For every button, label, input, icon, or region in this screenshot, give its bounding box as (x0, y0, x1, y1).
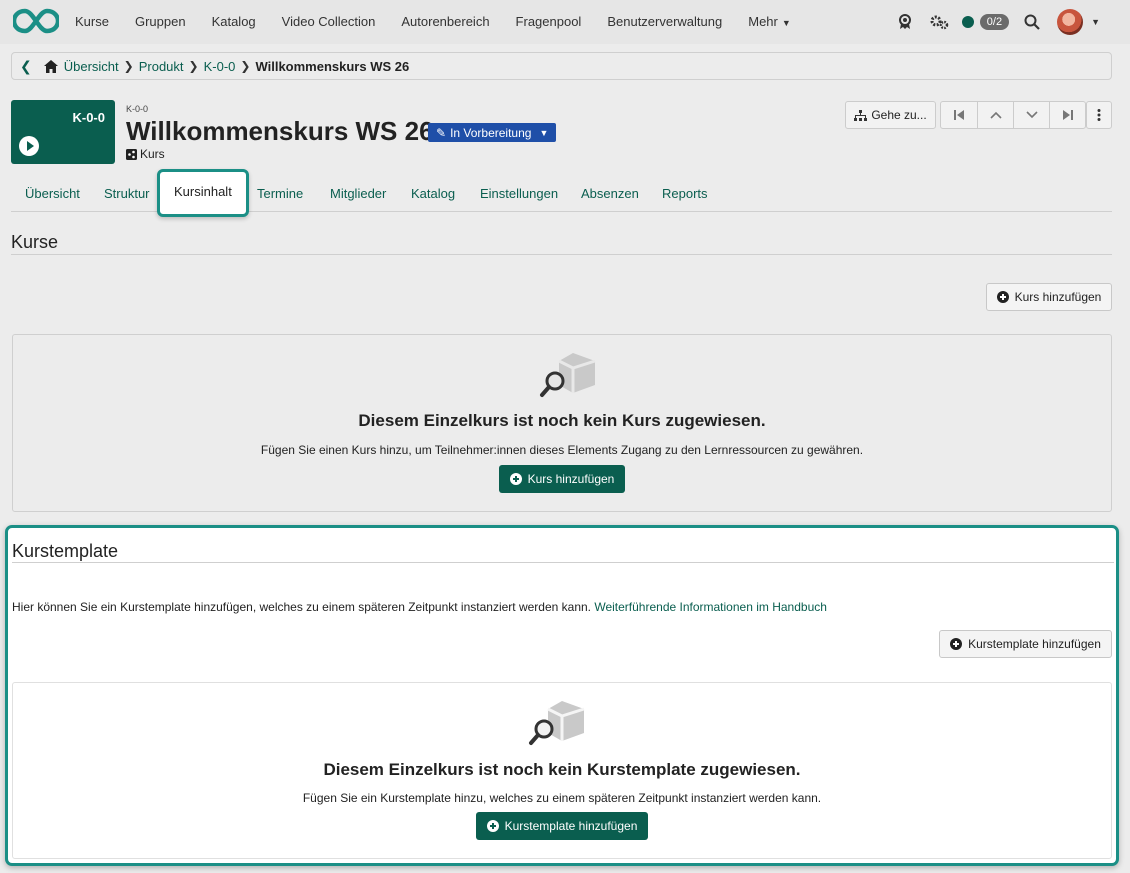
chevron-up-icon (989, 111, 1002, 119)
course-tabs: Übersicht Struktur Kursinhalt Termine Mi… (11, 169, 1112, 217)
kurstemplate-desc-text: Hier können Sie ein Kurstemplate hinzufü… (12, 600, 591, 614)
add-course-primary-button[interactable]: Kurs hinzufügen (499, 465, 625, 493)
search-package-icon (540, 353, 596, 397)
goto-label: Gehe zu... (871, 108, 927, 122)
gears-icon[interactable] (922, 0, 956, 44)
main-content: ❮ Übersicht ❯ Produkt ❯ K-0-0 ❯ Willkomm… (0, 44, 1130, 873)
pencil-icon: ✎ (436, 125, 447, 140)
nav-gruppen[interactable]: Gruppen (122, 0, 199, 44)
empty-title-kurse: Diesem Einzelkurs ist noch kein Kurs zug… (358, 411, 766, 430)
status-label: In Vorbereitung (450, 125, 532, 140)
tab-uebersicht[interactable]: Übersicht (25, 174, 80, 212)
chevron-down-icon[interactable]: ▼ (1091, 17, 1100, 27)
share-icon (126, 148, 137, 160)
status-dropdown[interactable]: ✎ In Vorbereitung ▼ (428, 123, 557, 142)
tab-absenzen[interactable]: Absenzen (581, 174, 639, 212)
divider (12, 562, 1114, 563)
play-icon[interactable] (19, 136, 39, 156)
nav-mehr[interactable]: Mehr ▼ (735, 0, 804, 45)
tab-kursinhalt[interactable]: Kursinhalt (157, 169, 249, 217)
add-course-label: Kurs hinzufügen (1014, 290, 1102, 304)
course-thumbnail[interactable]: K-0-0 (11, 100, 115, 164)
chevron-down-icon (1025, 111, 1038, 119)
empty-desc-kurse: Fügen Sie einen Kurs hinzu, um Teilnehme… (260, 443, 864, 457)
course-navigation-buttons (940, 101, 1086, 129)
nav-benutzerverwaltung[interactable]: Benutzerverwaltung (594, 0, 735, 44)
first-node-button[interactable] (941, 102, 977, 128)
previous-node-button[interactable] (977, 102, 1013, 128)
nav-autorenbereich[interactable]: Autorenbereich (388, 0, 502, 44)
add-kurstemplate-primary-button[interactable]: Kurstemplate hinzufügen (476, 812, 648, 840)
tab-struktur[interactable]: Struktur (104, 174, 150, 212)
kurstemplate-description: Hier können Sie ein Kurstemplate hinzufü… (12, 600, 827, 614)
step-forward-icon (1062, 110, 1073, 120)
step-backward-icon (954, 110, 964, 120)
chevron-right-icon: ❯ (123, 59, 134, 73)
plus-circle-icon (509, 473, 522, 485)
plus-circle-icon (950, 638, 963, 650)
sitemap-icon (854, 109, 868, 121)
ellipsis-vertical-icon (1097, 109, 1101, 121)
breadcrumb-current: Willkommenskurs WS 26 (255, 58, 410, 74)
course-type-label: Kurs (140, 147, 165, 161)
tab-einstellungen[interactable]: Einstellungen (480, 174, 558, 212)
course-small-code: K-0-0 (126, 104, 149, 114)
main-menu: Kurse Gruppen Katalog Video Collection A… (62, 0, 804, 44)
chevron-down-icon: ▼ (781, 17, 791, 28)
back-chevron-icon[interactable]: ❮ (20, 58, 32, 75)
search-package-icon (529, 701, 585, 745)
chevron-right-icon: ❯ (188, 59, 199, 73)
empty-state-kurse: Diesem Einzelkurs ist noch kein Kurs zug… (12, 334, 1112, 512)
add-course-button[interactable]: Kurs hinzufügen (986, 283, 1112, 311)
chevron-right-icon: ❯ (240, 59, 251, 73)
course-type: Kurs (126, 147, 165, 161)
nav-mehr-label: Mehr (748, 13, 778, 29)
home-icon[interactable] (43, 59, 58, 73)
online-status-dot[interactable] (961, 16, 974, 28)
search-icon[interactable] (1015, 0, 1049, 44)
next-node-button[interactable] (1013, 102, 1049, 128)
kurstemplate-panel: Kurstemplate Hier können Sie ein Kurstem… (5, 525, 1119, 866)
divider (11, 254, 1112, 255)
top-navigation: Kurse Gruppen Katalog Video Collection A… (0, 0, 1130, 44)
thumbnail-code: K-0-0 (72, 110, 105, 125)
handbook-link[interactable]: Weiterführende Informationen im Handbuch (594, 600, 827, 614)
nav-video-collection[interactable]: Video Collection (269, 0, 389, 44)
nav-kurse[interactable]: Kurse (62, 0, 122, 44)
goto-button[interactable]: Gehe zu... (845, 101, 936, 129)
empty-desc-kurstemplate: Fügen Sie ein Kurstemplate hinzu, welche… (302, 791, 822, 805)
page-title: Willkommenskurs WS 26 (126, 116, 434, 146)
notification-badge[interactable]: 0/2 (979, 14, 1010, 30)
section-title-kurstemplate: Kurstemplate (12, 541, 119, 561)
empty-title-kurstemplate: Diesem Einzelkurs ist noch kein Kurstemp… (323, 760, 801, 779)
tab-termine[interactable]: Termine (257, 174, 303, 212)
section-title-kurse: Kurse (11, 232, 59, 252)
breadcrumb-uebersicht[interactable]: Übersicht (64, 59, 119, 74)
more-options-button[interactable] (1086, 101, 1112, 129)
add-course-primary-label: Kurs hinzufügen (527, 472, 615, 486)
nav-right-tools: 0/2 ▼ (888, 0, 1130, 44)
last-node-button[interactable] (1049, 102, 1085, 128)
caret-down-icon: ▼ (539, 127, 549, 138)
breadcrumb-produkt[interactable]: Produkt (139, 59, 184, 74)
nav-fragenpool[interactable]: Fragenpool (503, 0, 595, 44)
tab-katalog[interactable]: Katalog (411, 174, 455, 212)
empty-state-kurstemplate: Diesem Einzelkurs ist noch kein Kurstemp… (12, 682, 1112, 859)
tab-mitglieder[interactable]: Mitglieder (330, 174, 386, 212)
breadcrumb: ❮ Übersicht ❯ Produkt ❯ K-0-0 ❯ Willkomm… (11, 52, 1112, 80)
plus-circle-icon (486, 820, 499, 832)
add-kurstemplate-label: Kurstemplate hinzufügen (968, 637, 1101, 651)
award-icon[interactable] (888, 0, 922, 44)
add-kurstemplate-button[interactable]: Kurstemplate hinzufügen (939, 630, 1112, 658)
breadcrumb-k00[interactable]: K-0-0 (204, 59, 236, 74)
nav-katalog[interactable]: Katalog (199, 0, 269, 44)
plus-circle-icon (996, 291, 1009, 303)
openolat-logo[interactable] (13, 8, 59, 34)
tab-reports[interactable]: Reports (662, 174, 708, 212)
add-kurstemplate-primary-label: Kurstemplate hinzufügen (504, 819, 638, 833)
user-avatar[interactable] (1057, 9, 1084, 35)
